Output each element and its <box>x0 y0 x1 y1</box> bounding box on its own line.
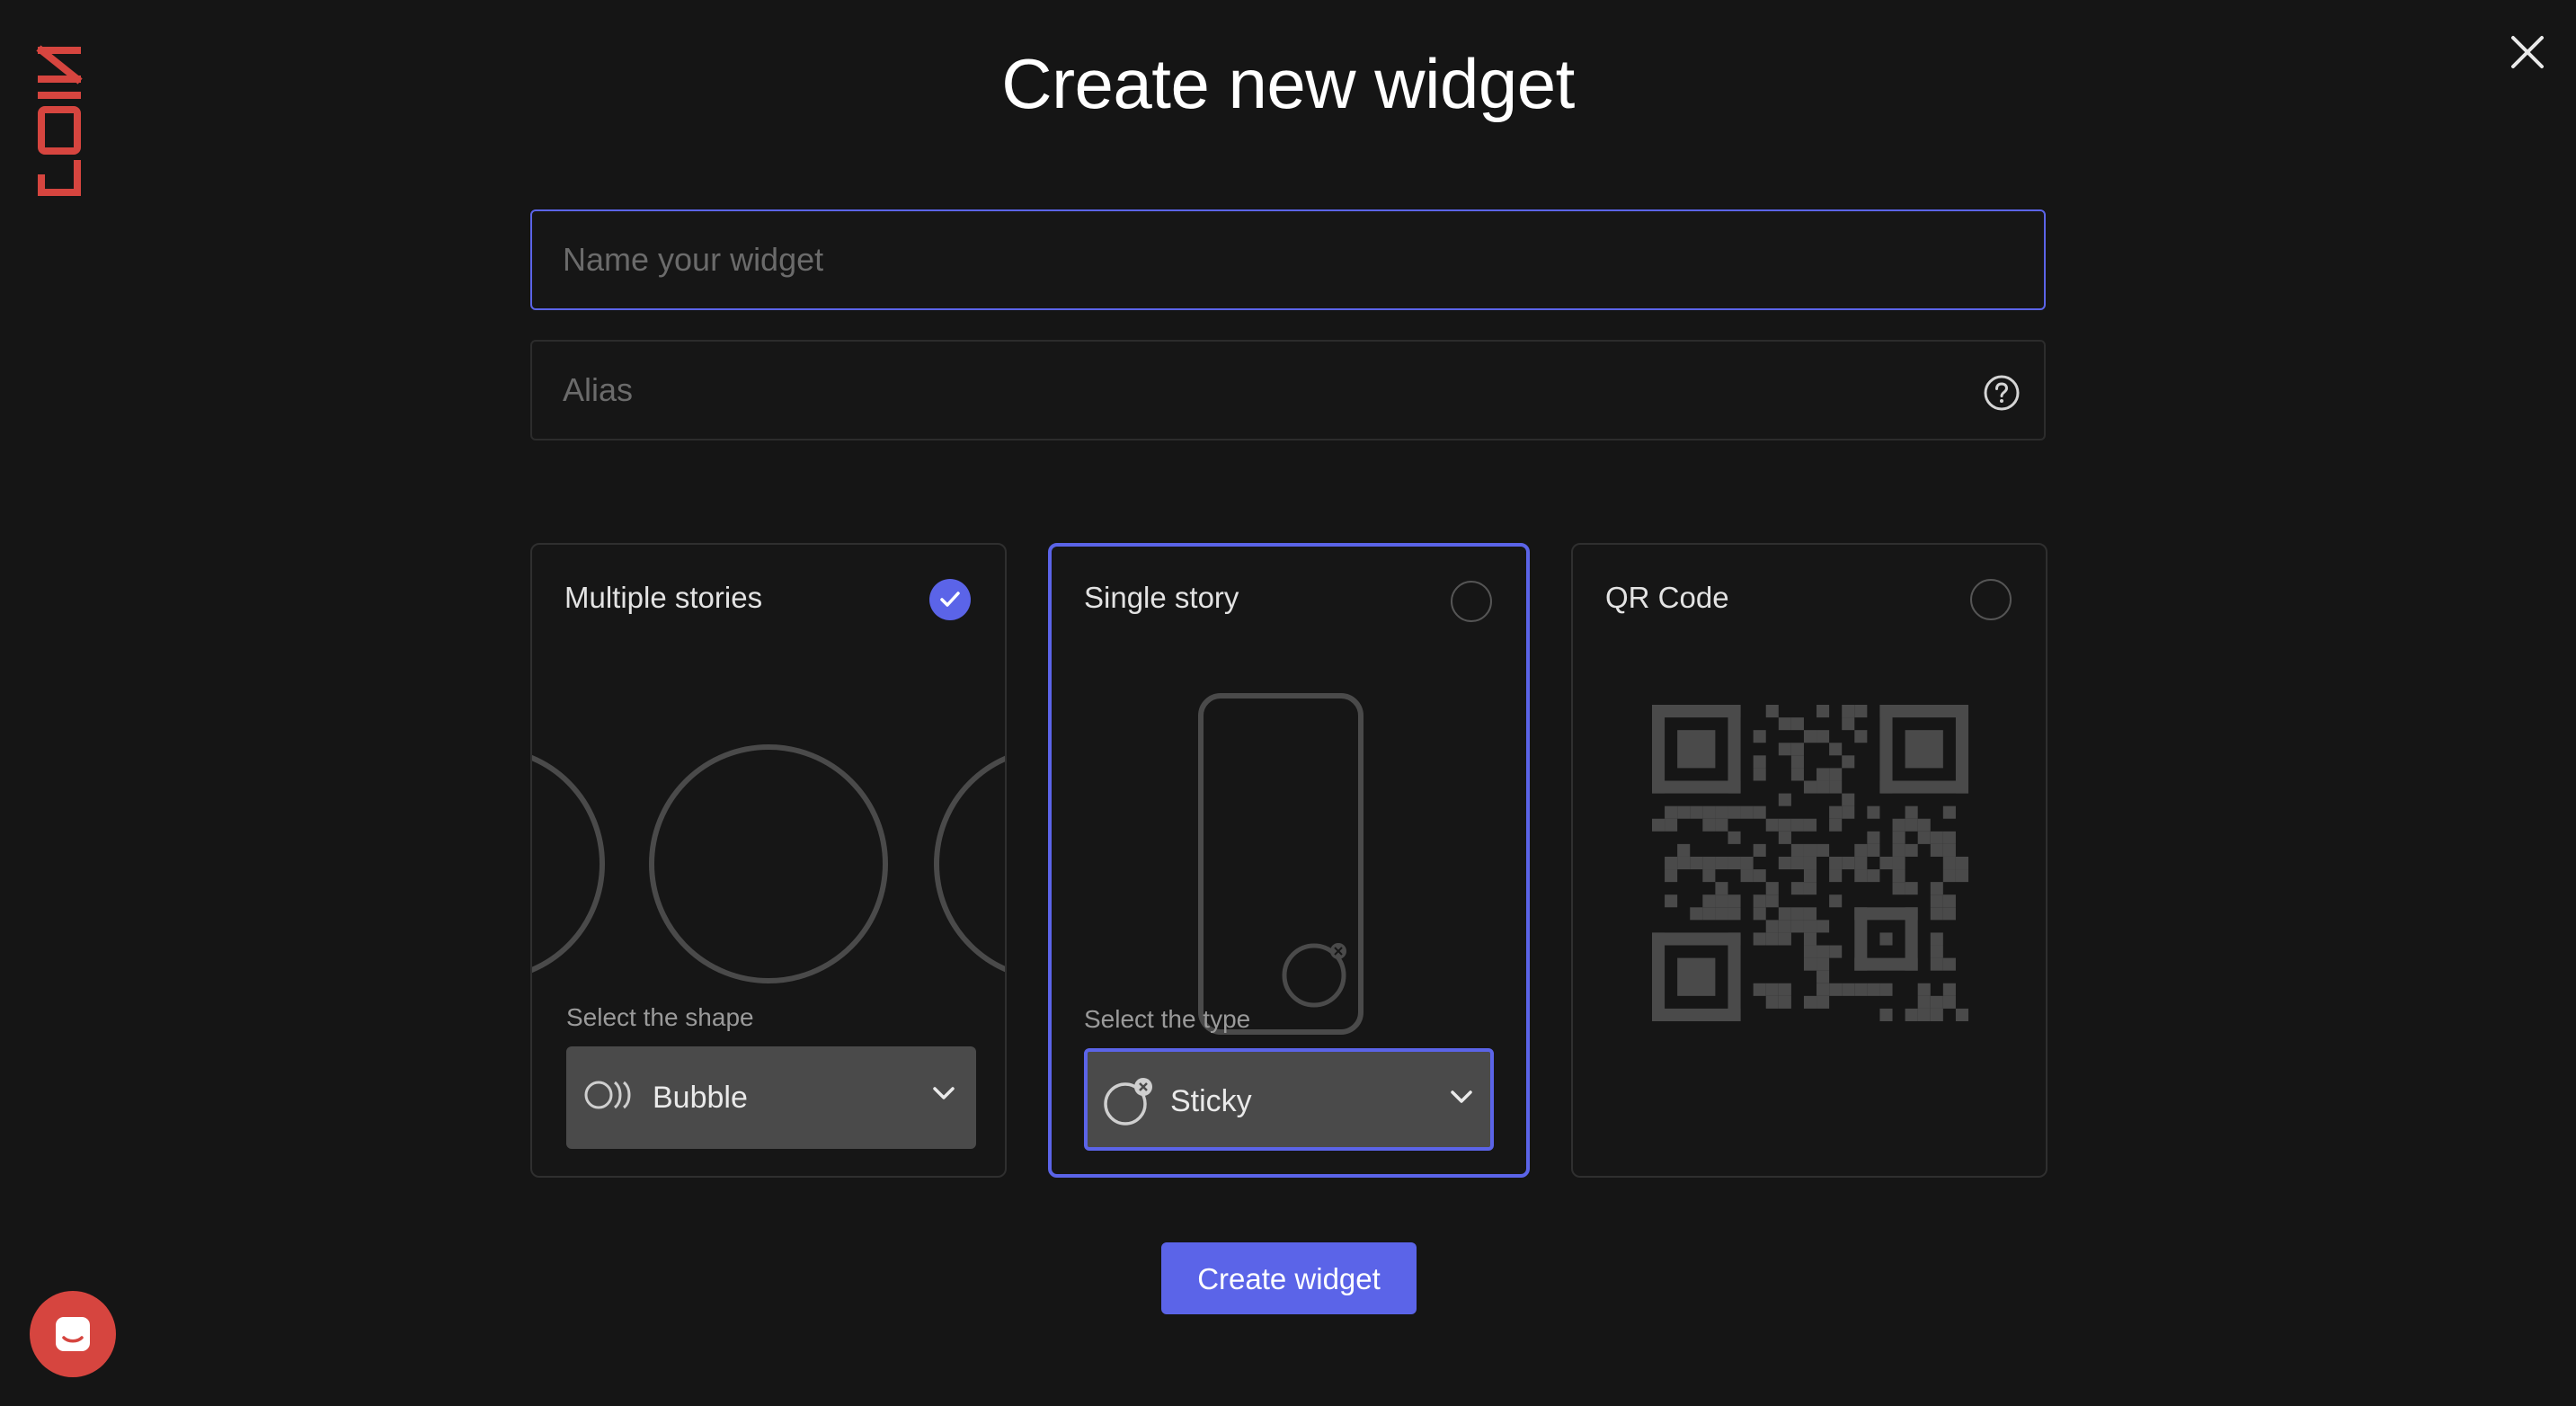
alias-field[interactable] <box>530 340 2046 440</box>
shape-dropdown[interactable]: Bubble <box>566 1046 976 1149</box>
alias-input[interactable] <box>532 342 2044 439</box>
checkbox-multiple-stories[interactable] <box>929 579 971 620</box>
type-dropdown-value: Sticky <box>1170 1084 1252 1118</box>
chat-launcher-button[interactable] <box>30 1291 116 1377</box>
chevron-down-icon <box>1451 1090 1472 1103</box>
phone-preview-illustration <box>1198 693 1364 1035</box>
shape-dropdown-value: Bubble <box>653 1081 748 1115</box>
sticky-type-icon <box>1104 1078 1152 1126</box>
check-icon <box>940 592 960 607</box>
card-qr-code[interactable]: QR Code <box>1571 543 2047 1178</box>
chat-icon <box>56 1317 90 1351</box>
card-title: Single story <box>1084 581 1239 614</box>
qr-code-illustration <box>1652 705 1968 1021</box>
chevron-down-icon <box>933 1087 955 1099</box>
radio-single-story[interactable] <box>1451 581 1492 622</box>
card-single-story[interactable]: Single story Select the type Sticky <box>1048 543 1530 1178</box>
card-multiple-stories[interactable]: Multiple stories Select the shape Bubble <box>530 543 1007 1178</box>
widget-name-field[interactable] <box>530 209 2046 310</box>
bubble-preview-illustration <box>532 744 1005 983</box>
help-icon[interactable] <box>1983 374 2021 412</box>
widget-name-input[interactable] <box>532 211 2044 308</box>
shape-select-label: Select the shape <box>566 1003 754 1031</box>
radio-qr-code[interactable] <box>1970 579 2012 620</box>
card-title: Multiple stories <box>564 581 763 614</box>
type-select-label: Select the type <box>1084 1005 1251 1033</box>
page-title: Create new widget <box>1001 44 1575 123</box>
create-widget-button[interactable]: Create widget <box>1161 1242 1417 1314</box>
bubble-shape-icon <box>584 1081 631 1109</box>
card-title: QR Code <box>1605 581 1729 614</box>
type-dropdown[interactable]: Sticky <box>1084 1048 1494 1151</box>
